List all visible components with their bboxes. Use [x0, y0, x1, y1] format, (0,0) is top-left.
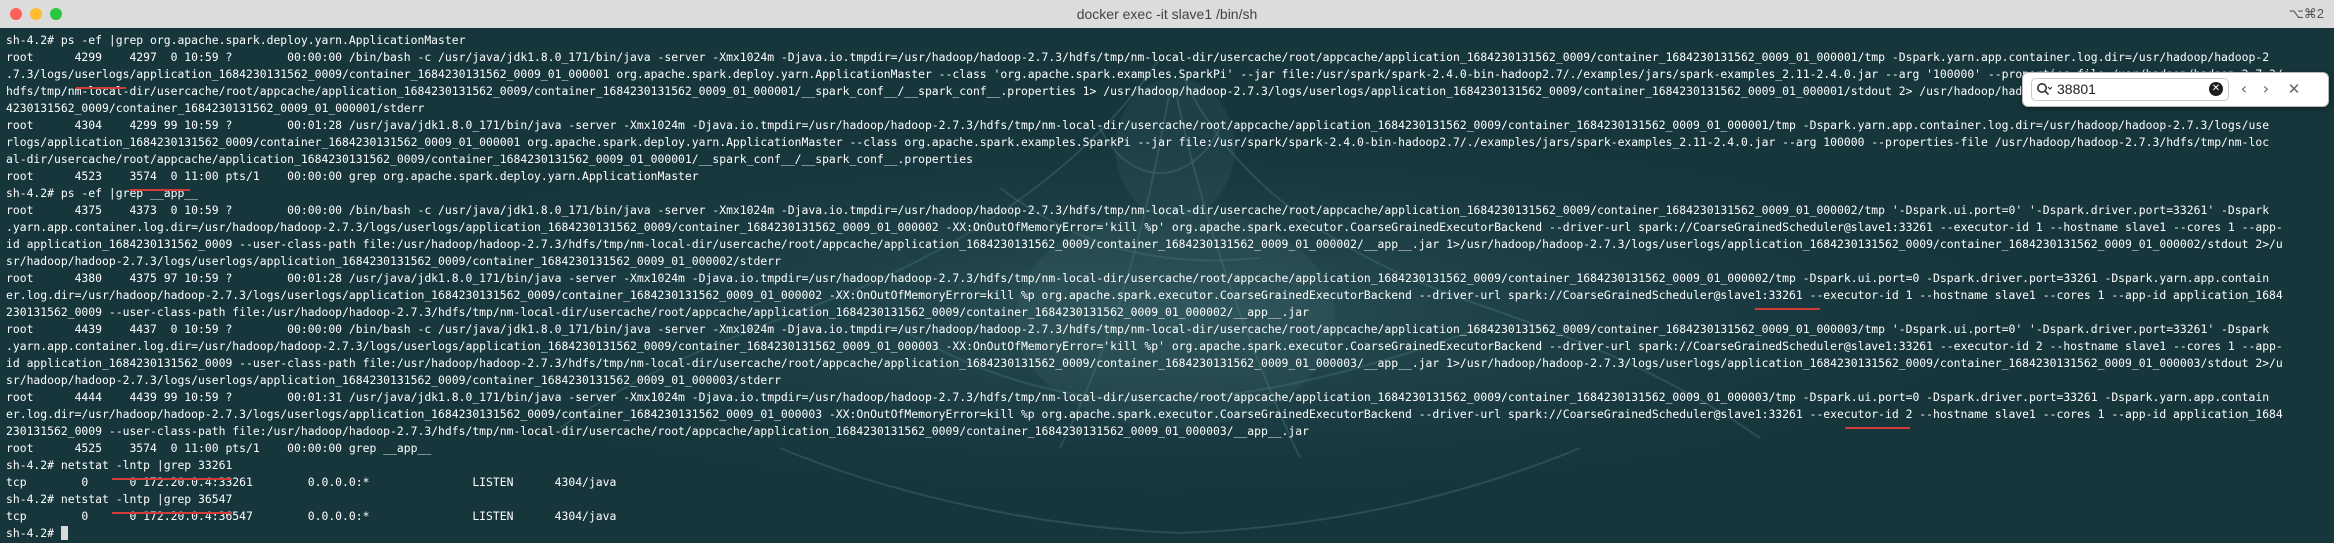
terminal-line: sh-4.2#: [6, 526, 61, 540]
annotation-underline: [76, 87, 126, 89]
terminal-line: 4230131562_0009/container_1684230131562_…: [6, 101, 425, 115]
title-bar: docker exec -it slave1 /bin/sh ⌥⌘2: [0, 0, 2334, 29]
terminal-output: sh-4.2# ps -ef |grep org.apache.spark.de…: [6, 32, 2332, 541]
annotation-underline: [130, 189, 190, 191]
clear-icon[interactable]: ✕: [2209, 82, 2223, 96]
chevron-left-icon[interactable]: ‹: [2235, 79, 2253, 99]
terminal-line: root 4439 4437 0 10:59 ? 00:00:00 /bin/b…: [6, 322, 2270, 336]
terminal-line: root 4375 4373 0 10:59 ? 00:00:00 /bin/b…: [6, 203, 2270, 217]
terminal-line: id application_1684230131562_0009 --user…: [6, 356, 2283, 370]
terminal-line: al-dir/usercache/root/appcache/applicati…: [6, 152, 973, 166]
terminal-line: root 4525 3574 0 11:00 pts/1 00:00:00 gr…: [6, 441, 432, 455]
terminal-line: id application_1684230131562_0009 --user…: [6, 237, 2283, 251]
window-title: docker exec -it slave1 /bin/sh: [1076, 6, 1258, 22]
terminal-line: root 4299 4297 0 10:59 ? 00:00:00 /bin/b…: [6, 50, 2270, 64]
search-icon[interactable]: [2036, 82, 2052, 97]
terminal-window: docker exec -it slave1 /bin/sh ⌥⌘2 sh-4.…: [0, 0, 2334, 543]
terminal-line: sh-4.2# netstat -lntp |grep 36547: [6, 492, 233, 506]
search-input[interactable]: [2057, 80, 2197, 98]
terminal-line: .yarn.app.container.log.dir=/usr/hadoop/…: [6, 220, 2283, 234]
terminal-line: root 4444 4439 99 10:59 ? 00:01:31 /usr/…: [6, 390, 2270, 404]
chevron-right-icon[interactable]: ›: [2257, 79, 2275, 99]
terminal-cursor: [61, 526, 68, 540]
terminal-line: sh-4.2# ps -ef |grep org.apache.spark.de…: [6, 33, 466, 47]
terminal-line: 230131562_0009 --user-class-path file:/u…: [6, 424, 1309, 438]
terminal-line: sr/hadoop/hadoop-2.7.3/logs/userlogs/app…: [6, 254, 781, 268]
terminal-line: hdfs/tmp/nm-local-dir/usercache/root/app…: [6, 84, 2290, 98]
annotation-underline: [112, 478, 232, 480]
close-icon[interactable]: ✕: [2285, 79, 2303, 99]
terminal-line: rlogs/application_1684230131562_0009/con…: [6, 135, 2270, 149]
terminal-line: sh-4.2# ps -ef |grep __app__: [6, 186, 199, 200]
search-field[interactable]: ✕: [2031, 78, 2229, 101]
annotation-underline: [112, 512, 232, 514]
terminal-line: root 4304 4299 99 10:59 ? 00:01:28 /usr/…: [6, 118, 2270, 132]
terminal-area[interactable]: sh-4.2# ps -ef |grep org.apache.spark.de…: [0, 28, 2334, 543]
terminal-line: tcp 0 0 172.20.0.4:33261 0.0.0.0:* LISTE…: [6, 475, 617, 489]
terminal-line: .yarn.app.container.log.dir=/usr/hadoop/…: [6, 339, 2283, 353]
window-shortcut: ⌥⌘2: [2288, 6, 2324, 21]
terminal-line: .7.3/logs/userlogs/application_168423013…: [6, 67, 2283, 81]
terminal-line: tcp 0 0 172.20.0.4:36547 0.0.0.0:* LISTE…: [6, 509, 617, 523]
terminal-line: sh-4.2# netstat -lntp |grep 33261: [6, 458, 233, 472]
terminal-line: er.log.dir=/usr/hadoop/hadoop-2.7.3/logs…: [6, 288, 2283, 302]
find-bar: ✕ ‹ › ✕: [2022, 72, 2329, 107]
annotation-underline: [1755, 308, 1820, 310]
annotation-underline: [1845, 427, 1910, 429]
terminal-line: root 4523 3574 0 11:00 pts/1 00:00:00 gr…: [6, 169, 699, 183]
terminal-line: sr/hadoop/hadoop-2.7.3/logs/userlogs/app…: [6, 373, 781, 387]
terminal-line: root 4380 4375 97 10:59 ? 00:01:28 /usr/…: [6, 271, 2270, 285]
terminal-line: er.log.dir=/usr/hadoop/hadoop-2.7.3/logs…: [6, 407, 2283, 421]
terminal-line: 230131562_0009 --user-class-path file:/u…: [6, 305, 1309, 319]
